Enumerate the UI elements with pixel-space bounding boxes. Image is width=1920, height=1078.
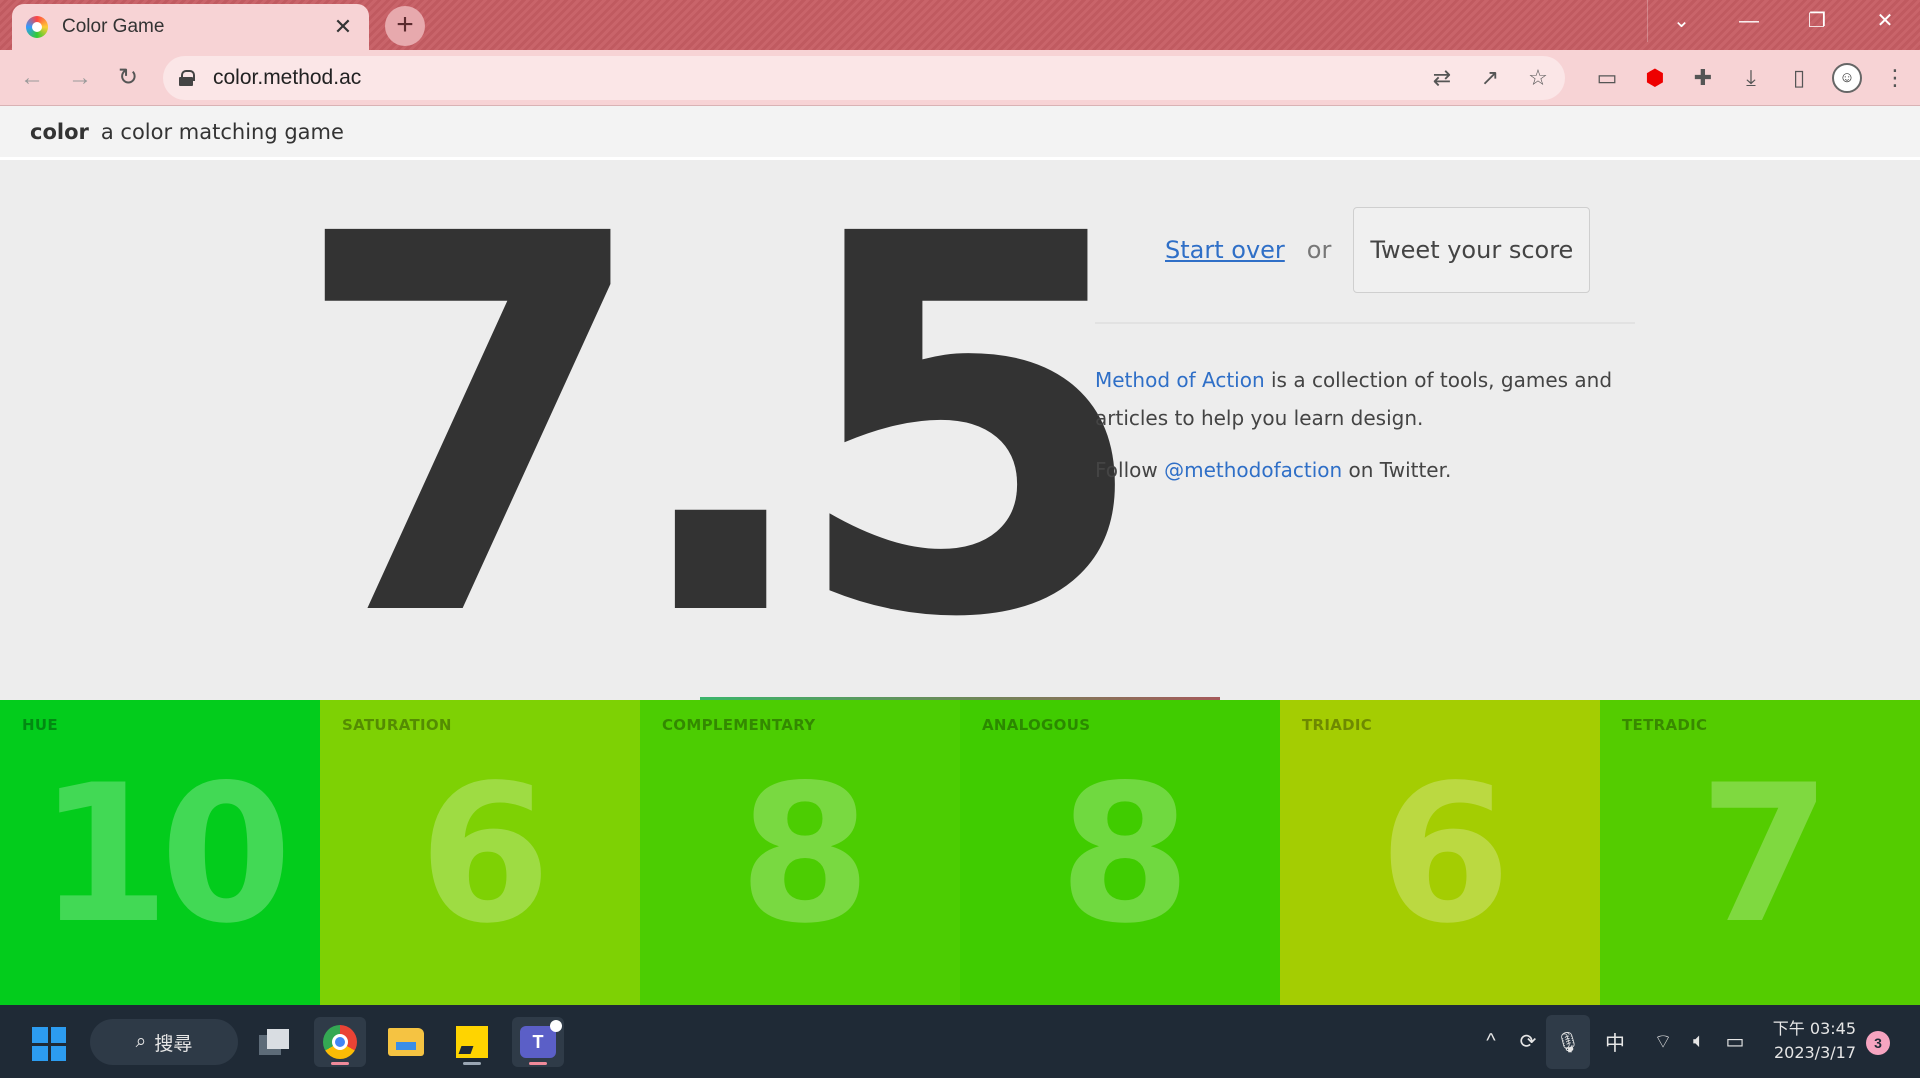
back-arrow-icon[interactable]: ← [14,60,50,96]
method-of-action-link[interactable]: Method of Action [1095,368,1265,392]
cast-icon[interactable]: ▭ [1583,65,1631,91]
side-panel-icon[interactable]: ▯ [1775,65,1823,91]
reload-icon[interactable]: ↻ [110,60,146,96]
mic-muted-icon[interactable]: 🎙︎ [1546,1015,1590,1069]
tile-label: COMPLEMENTARY [662,716,816,734]
ime-indicator[interactable]: 中 [1598,1005,1632,1078]
url-text[interactable]: color.method.ac [213,66,361,90]
share-icon[interactable]: ↗ [1477,65,1503,91]
taskbar-search-button[interactable]: ⌕ 搜尋 [90,1019,238,1065]
tile-label: ANALOGOUS [982,716,1091,734]
site-logo[interactable]: color [30,120,89,144]
tile-score: 8 [738,744,871,965]
tile-label: TETRADIC [1622,716,1708,734]
bookmark-star-icon[interactable]: ☆ [1525,65,1551,91]
minimize-button[interactable]: — [1715,0,1783,42]
clock-time: 下午 03:45 [1772,1019,1856,1038]
tab-search-button[interactable]: ⌄ [1647,0,1715,42]
divider [1095,322,1635,324]
tile-score: 6 [1378,744,1511,965]
chrome-icon [323,1025,357,1059]
taskbar-teams[interactable]: T [512,1017,564,1067]
start-over-link[interactable]: Start over [1165,236,1285,264]
close-window-button[interactable]: ✕ [1851,0,1919,42]
taskbar-search-label: 搜尋 [154,1033,193,1055]
browser-toolbar: ← → ↻ color.method.ac ⇄ ↗ ☆ ▭ ⬢ ✚ ⤓ ▯ ☺ … [0,50,1920,106]
tile-score: 10 [37,744,292,965]
address-bar[interactable]: color.method.ac ⇄ ↗ ☆ [163,56,1565,100]
browser-tab[interactable]: Color Game ✕ [12,4,369,50]
translate-icon[interactable]: ⇄ [1429,65,1455,91]
taskbar-sticky-notes[interactable] [446,1017,498,1067]
download-icon[interactable]: ⤓ [1727,65,1775,91]
tile-score: 6 [418,744,551,965]
battery-icon[interactable]: ▭ [1718,1005,1752,1078]
forward-arrow-icon[interactable]: → [62,60,98,96]
teams-icon: T [520,1020,562,1058]
tile-complementary[interactable]: COMPLEMENTARY 8 [640,700,960,1005]
sync-icon[interactable]: ⟳ [1510,1005,1546,1078]
result-actions: Start over or Tweet your score [1095,207,1591,293]
tile-hue[interactable]: HUE 10 [0,700,320,1005]
tile-label: SATURATION [342,716,452,734]
tile-label: HUE [22,716,58,734]
search-icon: ⌕ [135,1031,147,1052]
about-text: Method of Action is a collection of tool… [1095,361,1655,437]
profile-avatar[interactable]: ☺ [1832,63,1862,93]
folder-icon [388,1028,424,1056]
close-tab-icon[interactable]: ✕ [331,14,355,40]
system-clock[interactable]: 下午 03:45 2023/3/17 [1770,1017,1856,1065]
restore-button[interactable]: ❐ [1783,0,1851,42]
task-view-icon [259,1029,289,1055]
lock-icon[interactable] [179,70,195,86]
tile-saturation[interactable]: SATURATION 6 [320,700,640,1005]
task-view-button[interactable] [248,1017,300,1067]
notification-badge[interactable]: 3 [1866,1031,1890,1055]
category-scores: HUE 10 SATURATION 6 COMPLEMENTARY 8 ANAL… [0,700,1920,1005]
taskbar-file-explorer[interactable] [380,1017,432,1067]
tile-triadic[interactable]: TRIADIC 6 [1280,700,1600,1005]
tile-score: 8 [1058,744,1191,965]
browser-tab-strip: Color Game ✕ + ⌄ — ❐ ✕ [0,0,1920,50]
twitter-handle-link[interactable]: @methodofaction [1164,458,1342,482]
follow-prefix: Follow [1095,458,1165,482]
sticky-notes-icon [456,1026,488,1058]
tweet-score-button[interactable]: Tweet your score [1353,207,1591,293]
tile-score: 7 [1698,744,1831,965]
follow-suffix: on Twitter. [1342,458,1452,482]
adblock-extension-icon[interactable]: ⬢ [1631,65,1679,91]
color-wheel-icon [26,16,48,38]
menu-kebab-icon[interactable]: ⋮ [1871,65,1919,91]
taskbar-chrome[interactable] [314,1017,366,1067]
windows-start-icon[interactable] [32,1027,66,1061]
new-tab-button[interactable]: + [385,6,425,46]
total-score: 7.5 [290,125,1151,731]
extensions-puzzle-icon[interactable]: ✚ [1679,65,1727,91]
or-separator: or [1306,236,1332,264]
wifi-icon[interactable]: ⌔ [1646,1005,1680,1078]
tile-label: TRIADIC [1302,716,1373,734]
volume-icon[interactable]: 🔈︎ [1682,1005,1716,1078]
follow-text: Follow @methodofaction on Twitter. [1095,458,1451,482]
tile-tetradic[interactable]: TETRADIC 7 [1600,700,1920,1005]
windows-taskbar: ⌕ 搜尋 T ^ ⟳ 🎙︎ 中 ⌔ 🔈︎ ▭ 下午 03:45 2023/3/1… [0,1005,1920,1078]
tile-analogous[interactable]: ANALOGOUS 8 [960,700,1280,1005]
chevron-up-icon[interactable]: ^ [1476,1005,1506,1078]
tab-title: Color Game [62,16,165,37]
clock-date: 2023/3/17 [1773,1043,1856,1062]
